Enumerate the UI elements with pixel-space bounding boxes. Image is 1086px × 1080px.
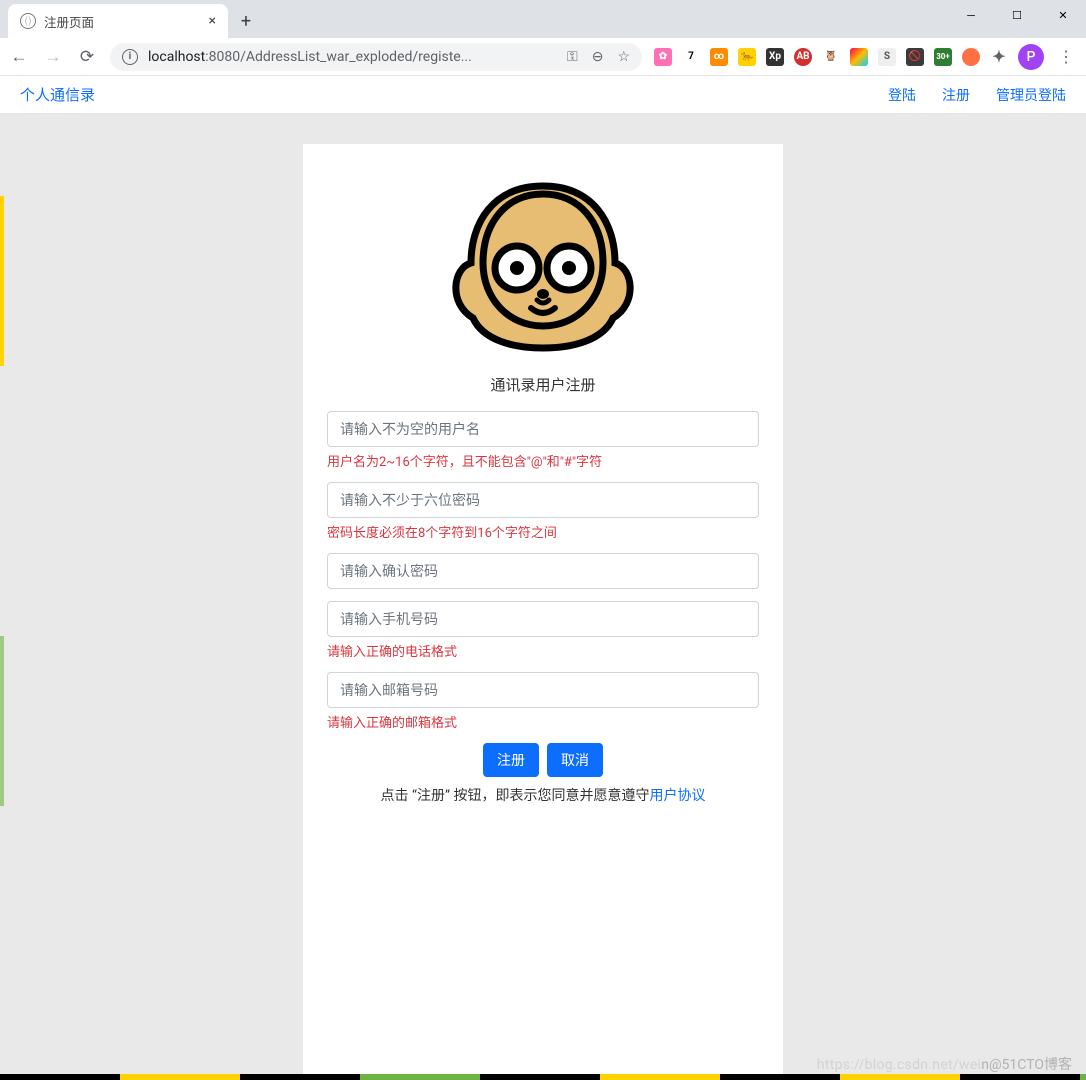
nav-register[interactable]: 注册 [942, 85, 970, 105]
phone-error: 请输入正确的电话格式 [327, 641, 759, 660]
dog-icon [443, 168, 643, 358]
noscript-icon[interactable]: 🚫 [906, 48, 924, 66]
site-nav: 个人通信录 登陆 注册 管理员登陆 [0, 76, 1086, 114]
decoration [0, 196, 4, 366]
watermark-main: n@51CTO博客 [981, 1057, 1072, 1073]
agree-text: 点击 “注册” 按钮，即表示您同意并愿意遵守用户协议 [327, 785, 759, 805]
url-text: localhost:8080/AddressList_war_exploded/… [148, 49, 557, 65]
phone-input[interactable] [327, 601, 759, 637]
window-controls: ─ ☐ ✕ [948, 0, 1086, 38]
ext-icon[interactable] [962, 48, 980, 66]
ext-icon[interactable]: 🐆 [738, 48, 756, 66]
profile-avatar[interactable]: P [1018, 44, 1044, 70]
back-button[interactable]: ← [8, 46, 30, 68]
new-tab-button[interactable]: + [232, 7, 260, 35]
chrome-menu-icon[interactable]: ⋮ [1054, 47, 1078, 66]
star-icon[interactable]: ☆ [617, 49, 630, 65]
ext-xp-icon[interactable]: Xp [766, 48, 784, 66]
decoration [0, 636, 4, 806]
confirm-password-input[interactable] [327, 553, 759, 589]
globe-icon [20, 13, 36, 29]
email-error: 请输入正确的邮箱格式 [327, 712, 759, 731]
reload-button[interactable]: ⟳ [76, 46, 98, 68]
register-card: 通讯录用户注册 用户名为2~16个字符，且不能包含"@"和"#"字符 密码长度必… [303, 144, 783, 1080]
ext-s-icon[interactable]: S [878, 48, 896, 66]
close-window-button[interactable]: ✕ [1040, 0, 1086, 30]
extensions: ✿ 7 ∞ 🐆 Xp AB 🦉 S 🚫 30+ ✦ P ⋮ [654, 44, 1078, 70]
owl-icon[interactable]: 🦉 [822, 48, 840, 66]
username-input[interactable] [327, 411, 759, 447]
cancel-button[interactable]: 取消 [547, 743, 603, 777]
chrome-window: 注册页面 × + ─ ☐ ✕ ← → ⟳ i localhost:8080/Ad… [0, 0, 1086, 1080]
extensions-menu-icon[interactable]: ✦ [990, 48, 1008, 66]
brand[interactable]: 个人通信录 [20, 84, 95, 105]
tab-title: 注册页面 [44, 12, 94, 31]
password-input[interactable] [327, 482, 759, 518]
close-icon[interactable]: × [209, 13, 216, 29]
ext-icon[interactable] [850, 48, 868, 66]
ext-icon[interactable]: ✿ [654, 48, 672, 66]
browser-toolbar: ← → ⟳ i localhost:8080/AddressList_war_e… [0, 38, 1086, 76]
user-agreement-link[interactable]: 用户协议 [649, 788, 705, 804]
submit-button[interactable]: 注册 [483, 743, 539, 777]
agree-prefix: 点击 “注册” 按钮，即表示您同意并愿意遵守 [381, 788, 650, 804]
ext-icon[interactable]: ∞ [710, 48, 728, 66]
page-body: 个人通信录 登陆 注册 管理员登陆 [0, 76, 1086, 1080]
zoom-icon[interactable]: ⊖ [592, 49, 604, 65]
form-title: 通讯录用户注册 [327, 374, 759, 395]
maximize-button[interactable]: ☐ [994, 0, 1040, 30]
minimize-button[interactable]: ─ [948, 0, 994, 30]
forward-button[interactable]: → [42, 46, 64, 68]
nav-admin-login[interactable]: 管理员登陆 [996, 85, 1066, 105]
titlebar: 注册页面 × + ─ ☐ ✕ [0, 0, 1086, 38]
mascot-image [327, 168, 759, 358]
taskbar-strip [0, 1074, 1086, 1080]
site-info-icon[interactable]: i [122, 49, 138, 65]
email-input[interactable] [327, 672, 759, 708]
username-error: 用户名为2~16个字符，且不能包含"@"和"#"字符 [327, 451, 759, 470]
ext-counter-icon[interactable]: 30+ [934, 48, 952, 66]
password-error: 密码长度必须在8个字符到16个字符之间 [327, 522, 759, 541]
browser-tab[interactable]: 注册页面 × [8, 4, 228, 38]
abp-icon[interactable]: AB [794, 48, 812, 66]
address-bar[interactable]: i localhost:8080/AddressList_war_explode… [110, 43, 642, 71]
nav-login[interactable]: 登陆 [888, 85, 916, 105]
watermark-faint: https://blog.csdn.net/wei [817, 1057, 981, 1073]
ext-7-icon[interactable]: 7 [682, 48, 700, 66]
key-icon[interactable]: ⚿ [567, 49, 578, 65]
watermark: https://blog.csdn.net/wein@51CTO博客 [817, 1054, 1072, 1074]
content: 通讯录用户注册 用户名为2~16个字符，且不能包含"@"和"#"字符 密码长度必… [0, 114, 1086, 1080]
